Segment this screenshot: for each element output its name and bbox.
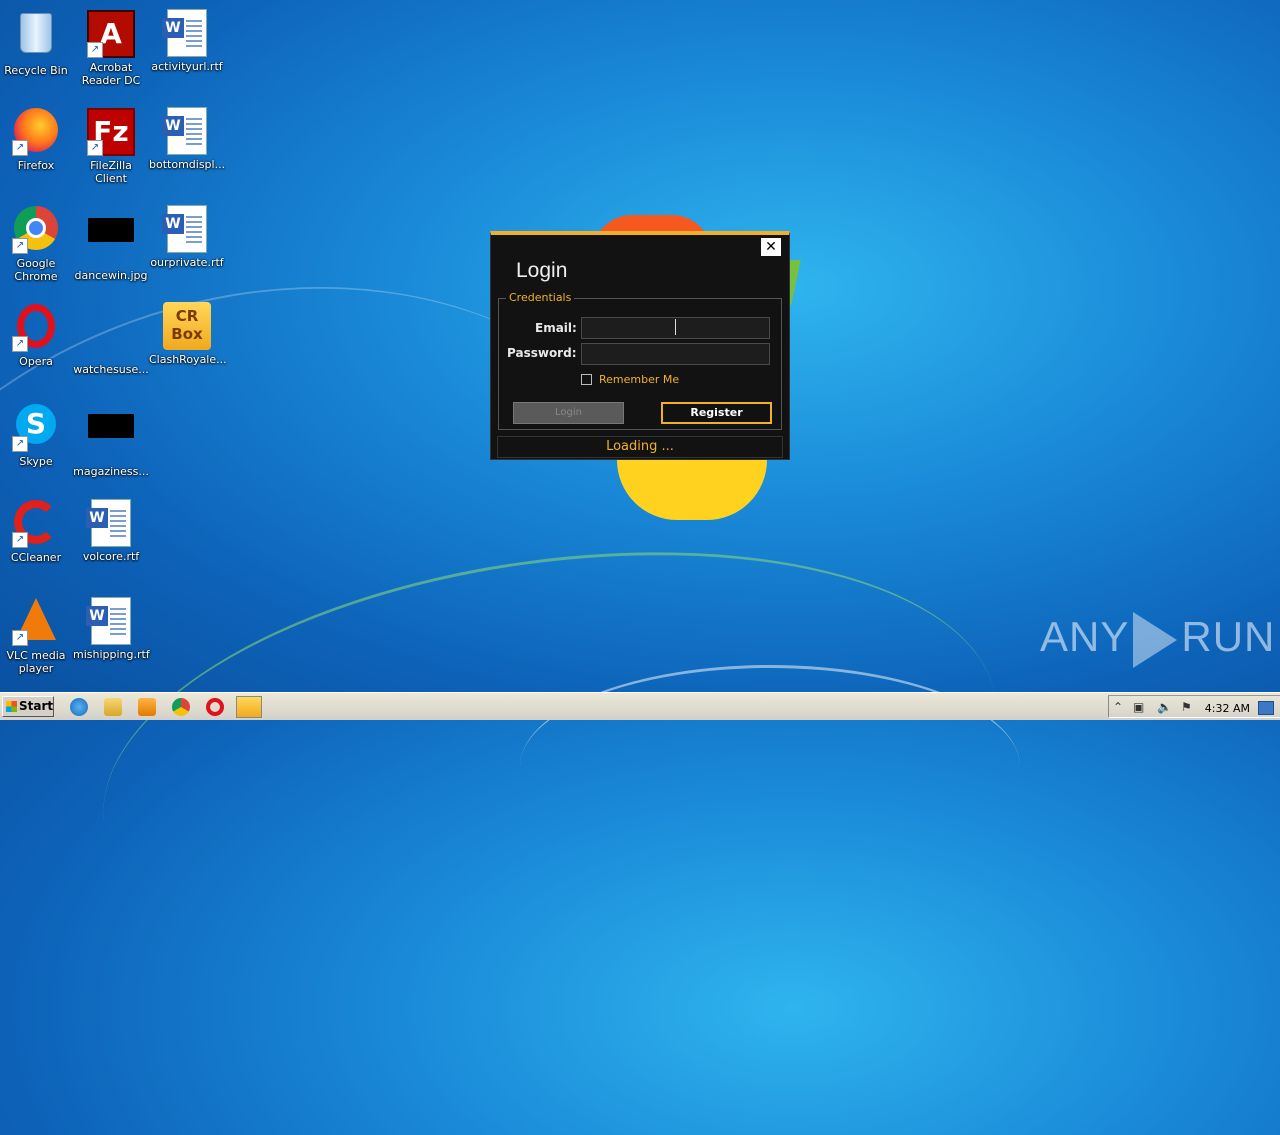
anyrun-watermark: ANY RUN: [1040, 612, 1275, 668]
close-icon: ✕: [765, 239, 777, 255]
shortcut-arrow-icon: ↗: [87, 42, 103, 58]
password-field[interactable]: [581, 343, 770, 365]
desktop-icon-filezilla[interactable]: Fz ↗ FileZilla Client: [73, 106, 149, 185]
image-thumbnail-icon: [88, 414, 134, 438]
show-hidden-icons-icon[interactable]: ⌃: [1113, 701, 1127, 713]
desktop-icon-ourprivate[interactable]: W ourprivate.rtf: [149, 204, 225, 269]
clashroyale-icon[interactable]: [236, 696, 262, 718]
desktop-icon-volcore[interactable]: W volcore.rtf: [73, 498, 149, 563]
shortcut-arrow-icon: ↗: [87, 140, 103, 156]
desktop-icon-watchesuse[interactable]: watchesuse...: [73, 302, 149, 376]
password-label: Password:: [507, 346, 577, 360]
system-tray: ⌃ ▣ 🔈 ⚑ 4:32 AM: [1108, 695, 1280, 718]
word-document-icon: W: [162, 9, 207, 57]
internet-explorer-icon[interactable]: [70, 698, 88, 716]
image-thumbnail-icon: [88, 312, 134, 342]
desktop-icon-mishipping[interactable]: W mishipping.rtf: [73, 596, 150, 661]
status-bar: Loading ...: [497, 436, 783, 458]
shortcut-arrow-icon: ↗: [12, 336, 28, 352]
desktop-icon-dancewin[interactable]: dancewin.jpg: [73, 204, 149, 282]
dialog-title: Login: [516, 259, 568, 282]
word-document-icon: W: [86, 597, 131, 645]
word-document-icon: W: [162, 107, 207, 155]
clock[interactable]: 4:32 AM: [1205, 702, 1250, 715]
word-document-icon: W: [162, 205, 207, 253]
recycle-bin-icon: [20, 13, 52, 53]
action-center-flag-icon[interactable]: ⚑: [1181, 701, 1195, 713]
shortcut-arrow-icon: ↗: [12, 630, 28, 646]
shortcut-arrow-icon: ↗: [12, 238, 28, 254]
login-dialog: ✕ Login Credentials Email: Password: Rem…: [490, 231, 790, 460]
taskbar: Start ⌃ ▣ 🔈 ⚑ 4:32 AM: [0, 692, 1280, 720]
remember-me-checkbox[interactable]: [581, 374, 592, 385]
desktop-icon-opera[interactable]: ↗ Opera: [0, 302, 74, 368]
desktop-icon-bottomdispl[interactable]: W bottomdispl...: [149, 106, 225, 171]
shortcut-arrow-icon: ↗: [12, 140, 28, 156]
desktop-icon-recycle-bin[interactable]: Recycle Bin: [0, 8, 74, 77]
chrome-icon[interactable]: [172, 698, 190, 716]
start-button[interactable]: Start: [2, 696, 54, 717]
opera-icon[interactable]: [206, 698, 224, 716]
shortcut-arrow-icon: ↗: [12, 436, 28, 452]
login-button[interactable]: Login: [513, 402, 624, 424]
volume-icon[interactable]: 🔈: [1157, 701, 1172, 713]
desktop-icon-magaziness[interactable]: magaziness...: [73, 400, 149, 478]
windows-logo-icon: [6, 701, 17, 712]
network-icon[interactable]: ▣: [1133, 701, 1147, 713]
credentials-group: Credentials Email: Password: Remember Me…: [498, 291, 782, 430]
image-thumbnail-icon: [88, 218, 134, 242]
media-player-icon[interactable]: [138, 698, 156, 716]
close-button[interactable]: ✕: [761, 238, 781, 256]
desktop-icon-skype[interactable]: S ↗ Skype: [0, 400, 74, 468]
desktop-icon-clashroyale[interactable]: CR Box ClashRoyale...: [149, 302, 227, 366]
play-icon: [1133, 612, 1178, 668]
desktop-icon-ccleaner[interactable]: ↗ CCleaner: [0, 498, 74, 564]
desktop-icon-chrome[interactable]: ↗ Google Chrome: [0, 204, 74, 283]
text-cursor: [675, 319, 676, 335]
file-explorer-icon[interactable]: [104, 698, 122, 716]
clashroyale-icon: CR Box: [163, 302, 211, 350]
desktop-icon-activityurl[interactable]: W activityurl.rtf: [149, 8, 225, 73]
desktop-icon-firefox[interactable]: ↗ Firefox: [0, 106, 74, 172]
word-document-icon: W: [86, 499, 131, 547]
credentials-group-label: Credentials: [506, 291, 575, 304]
desktop-icon-vlc[interactable]: ↗ VLC media player: [0, 596, 74, 675]
show-desktop-icon[interactable]: [1258, 701, 1274, 715]
desktop-icon-acrobat[interactable]: A ↗ Acrobat Reader DC: [73, 8, 149, 87]
remember-me-label[interactable]: Remember Me: [599, 373, 679, 386]
shortcut-arrow-icon: ↗: [12, 532, 28, 548]
email-label: Email:: [535, 321, 577, 335]
register-button[interactable]: Register: [661, 402, 772, 424]
